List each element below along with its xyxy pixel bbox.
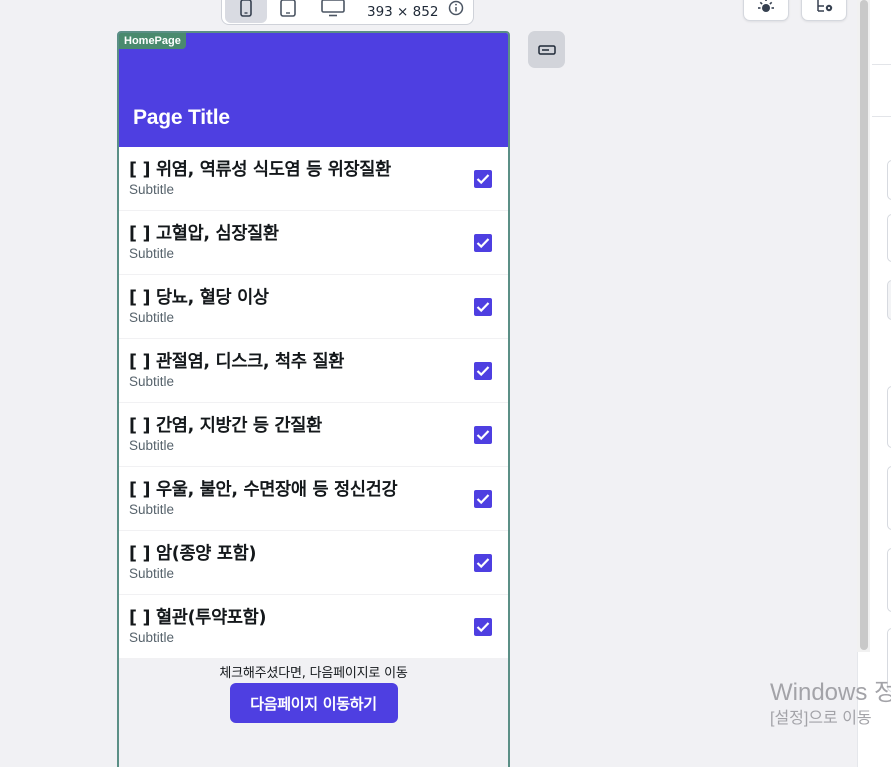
- next-page-hint: 체크해주셨다면, 다음페이지로 이동: [219, 666, 408, 681]
- sun-icon: [758, 0, 774, 12]
- list-item-subtitle: Subtitle: [129, 438, 175, 453]
- next-page-button[interactable]: 다음페이지 이동하기: [229, 683, 398, 723]
- list-item-text: [ ] 간염, 지방간 등 간질환 Subtitle: [129, 415, 474, 454]
- checklist: [ ] 위염, 역류성 식도염 등 위장질환 Subtitle[ ] 고혈압, 심…: [119, 147, 508, 659]
- input-widget-icon: [537, 44, 556, 55]
- list-item-text: [ ] 당뇨, 혈당 이상 Subtitle: [129, 287, 474, 326]
- check-icon: [476, 173, 490, 184]
- mobile-icon: [240, 0, 252, 17]
- windows-watermark-line1: Windows 정: [770, 679, 891, 706]
- item-checkbox[interactable]: [474, 489, 492, 508]
- widget-tree-settings-button[interactable]: [801, 0, 847, 21]
- item-checkbox[interactable]: [474, 361, 492, 380]
- panel-field[interactable]: [887, 548, 891, 612]
- list-item-text: [ ] 혈관(투약포함) Subtitle: [129, 607, 474, 646]
- check-icon: [476, 237, 490, 248]
- panel-field[interactable]: [887, 386, 891, 448]
- panel-divider: [872, 116, 891, 117]
- panel-field[interactable]: [887, 214, 891, 262]
- list-item-subtitle: Subtitle: [129, 630, 175, 645]
- page-title: Page Title: [133, 106, 230, 129]
- screen-dimensions: 393 × 852: [367, 3, 439, 20]
- check-icon: [476, 493, 490, 504]
- list-item[interactable]: [ ] 관절염, 디스크, 척추 질환 Subtitle: [119, 339, 508, 403]
- theme-toggle-button[interactable]: [743, 0, 789, 21]
- panel-field[interactable]: [887, 280, 891, 320]
- check-icon: [476, 365, 490, 376]
- list-item-title: [ ] 우울, 불안, 수면장애 등 정신건강: [129, 480, 398, 500]
- check-icon: [476, 301, 490, 312]
- item-checkbox[interactable]: [474, 233, 492, 252]
- item-checkbox[interactable]: [474, 169, 492, 188]
- info-icon[interactable]: [448, 0, 464, 20]
- check-icon: [476, 557, 490, 568]
- panel-divider: [872, 64, 891, 65]
- list-item-text: [ ] 관절염, 디스크, 척추 질환 Subtitle: [129, 351, 474, 390]
- list-item[interactable]: [ ] 당뇨, 혈당 이상 Subtitle: [119, 275, 508, 339]
- list-item-title: [ ] 혈관(투약포함): [129, 608, 267, 628]
- desktop-icon: [321, 0, 345, 16]
- list-item[interactable]: [ ] 암(종양 포함) Subtitle: [119, 531, 508, 595]
- list-item-title: [ ] 위염, 역류성 식도염 등 위장질환: [129, 160, 391, 180]
- list-item-subtitle: Subtitle: [129, 246, 175, 261]
- list-item-title: [ ] 관절염, 디스크, 척추 질환: [129, 352, 345, 372]
- list-item-text: [ ] 고혈압, 심장질환 Subtitle: [129, 223, 474, 262]
- page-name-badge: HomePage: [119, 33, 186, 49]
- list-item[interactable]: [ ] 위염, 역류성 식도염 등 위장질환 Subtitle: [119, 147, 508, 211]
- windows-watermark-line2: [설정]으로 이동: [770, 710, 872, 727]
- scrollbar-thumb[interactable]: [860, 0, 868, 650]
- mobile-device-button[interactable]: [225, 0, 267, 23]
- list-item-text: [ ] 우울, 불안, 수면장애 등 정신건강 Subtitle: [129, 479, 474, 518]
- list-item-title: [ ] 암(종양 포함): [129, 544, 257, 564]
- list-item-subtitle: Subtitle: [129, 374, 175, 389]
- tablet-icon: [280, 0, 296, 17]
- list-item[interactable]: [ ] 고혈압, 심장질환 Subtitle: [119, 211, 508, 275]
- device-toolbar: 393 × 852: [221, 0, 474, 25]
- list-item-text: [ ] 위염, 역류성 식도염 등 위장질환 Subtitle: [129, 159, 474, 198]
- list-item-title: [ ] 당뇨, 혈당 이상: [129, 288, 269, 308]
- item-checkbox[interactable]: [474, 297, 492, 316]
- list-item-subtitle: Subtitle: [129, 310, 175, 325]
- list-item-subtitle: Subtitle: [129, 566, 175, 581]
- desktop-device-button[interactable]: [309, 0, 357, 23]
- tablet-device-button[interactable]: [267, 0, 309, 23]
- list-item-text: [ ] 암(종양 포함) Subtitle: [129, 543, 474, 582]
- app-bar: HomePage Page Title: [119, 33, 508, 147]
- item-checkbox[interactable]: [474, 425, 492, 444]
- tree-settings-icon: [817, 0, 833, 12]
- list-item-subtitle: Subtitle: [129, 182, 175, 197]
- list-item[interactable]: [ ] 간염, 지방간 등 간질환 Subtitle: [119, 403, 508, 467]
- panel-field[interactable]: [887, 466, 891, 530]
- item-checkbox[interactable]: [474, 553, 492, 572]
- list-item-title: [ ] 간염, 지방간 등 간질환: [129, 416, 322, 436]
- list-item[interactable]: [ ] 혈관(투약포함) Subtitle: [119, 595, 508, 659]
- list-item-title: [ ] 고혈압, 심장질환: [129, 224, 279, 244]
- panel-field[interactable]: [887, 160, 891, 200]
- check-icon: [476, 429, 490, 440]
- list-item-subtitle: Subtitle: [129, 502, 175, 517]
- item-checkbox[interactable]: [474, 617, 492, 636]
- input-widget-button[interactable]: [528, 31, 565, 68]
- phone-preview-frame: HomePage Page Title [ ] 위염, 역류성 식도염 등 위장…: [117, 31, 510, 767]
- list-item[interactable]: [ ] 우울, 불안, 수면장애 등 정신건강 Subtitle: [119, 467, 508, 531]
- check-icon: [476, 621, 490, 632]
